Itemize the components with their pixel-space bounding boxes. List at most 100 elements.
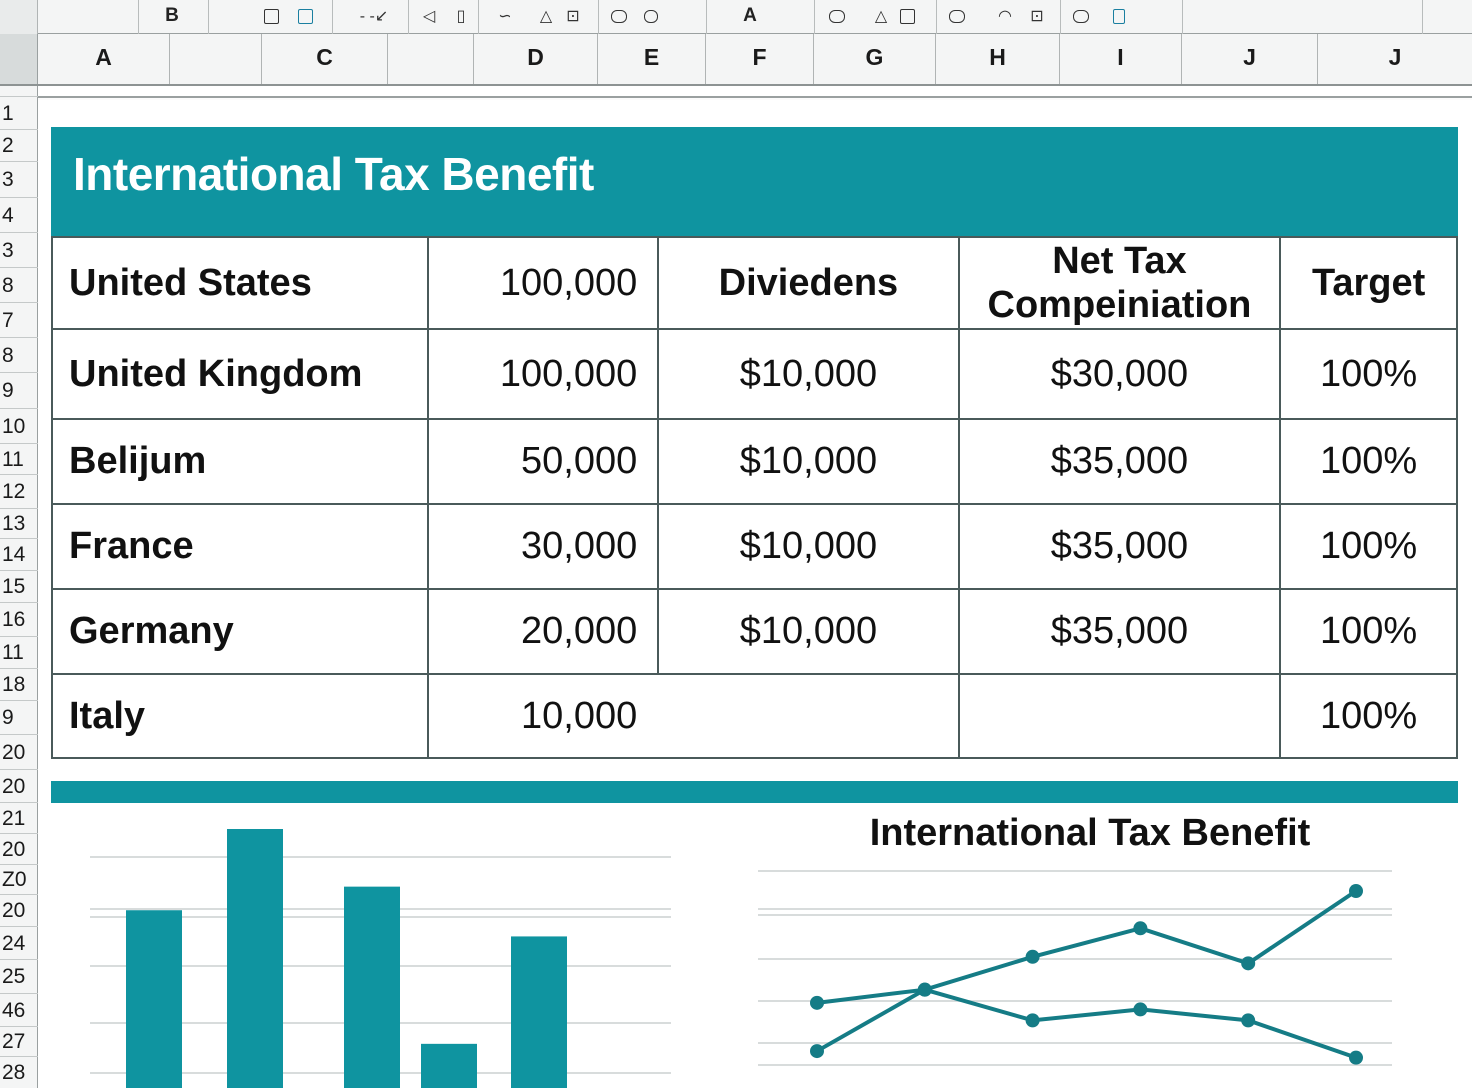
- cell-net-tax[interactable]: $35,000: [957, 503, 1282, 590]
- section-divider-band: [51, 781, 1458, 803]
- cell-value[interactable]: 30,000: [426, 503, 660, 590]
- back-shape-icon[interactable]: ◁: [418, 6, 440, 28]
- column-header-blank[interactable]: [388, 34, 474, 84]
- cell-target[interactable]: 100%: [1279, 503, 1458, 590]
- row-header[interactable]: 15: [0, 570, 38, 602]
- toolbar-separator: [208, 0, 209, 34]
- chip-icon[interactable]: [946, 6, 968, 28]
- cell-country[interactable]: Italy: [51, 673, 429, 759]
- cell-country[interactable]: United Kingdom: [51, 328, 429, 420]
- header-target[interactable]: Target: [1279, 236, 1458, 330]
- book-icon[interactable]: ⊡: [1026, 6, 1048, 28]
- row-header[interactable]: 14: [0, 538, 38, 570]
- row-header[interactable]: 7: [0, 302, 38, 337]
- row-header[interactable]: 28: [0, 1056, 38, 1088]
- cell-country[interactable]: France: [51, 503, 429, 590]
- column-header-d[interactable]: D: [474, 34, 598, 84]
- cell-target[interactable]: 100%: [1279, 328, 1458, 420]
- column-header-c[interactable]: C: [262, 34, 388, 84]
- square-icon[interactable]: [896, 6, 918, 28]
- row-header[interactable]: 46: [0, 993, 38, 1026]
- cell-dividends[interactable]: $10,000: [657, 503, 960, 590]
- cell-net-tax[interactable]: $35,000: [957, 418, 1282, 505]
- half-circle-icon[interactable]: ◠: [994, 6, 1016, 28]
- row-header[interactable]: 20: [0, 769, 38, 802]
- column-header-i[interactable]: I: [1060, 34, 1182, 84]
- row-header[interactable]: 16: [0, 602, 38, 636]
- cell-value[interactable]: 100,000: [426, 236, 660, 330]
- row-header[interactable]: 24: [0, 926, 38, 959]
- row-header[interactable]: 20: [0, 894, 38, 926]
- column-header-j-2[interactable]: J: [1318, 34, 1472, 84]
- row-header[interactable]: Z0: [0, 864, 38, 894]
- cell-net-tax[interactable]: [957, 673, 1282, 759]
- cell-dividends[interactable]: [657, 673, 960, 759]
- cell-dividends[interactable]: $10,000: [657, 418, 960, 505]
- row-header[interactable]: 8: [0, 267, 38, 302]
- row-header[interactable]: 10: [0, 408, 38, 443]
- curve-icon[interactable]: ∽: [494, 6, 516, 28]
- cell-country[interactable]: Germany: [51, 588, 429, 675]
- cell-target[interactable]: 100%: [1279, 673, 1458, 759]
- sheet-title[interactable]: International Tax Benefit: [73, 147, 594, 201]
- square-icon[interactable]: [260, 6, 282, 28]
- doc-icon[interactable]: ▯: [450, 6, 472, 28]
- square-blue-icon[interactable]: [294, 6, 316, 28]
- row-header[interactable]: 20: [0, 734, 38, 769]
- phone-icon[interactable]: [1108, 6, 1130, 28]
- cell-value[interactable]: 50,000: [426, 418, 660, 505]
- row-header[interactable]: 1: [0, 96, 38, 129]
- cell-target[interactable]: 100%: [1279, 588, 1458, 675]
- book-icon[interactable]: ⊡: [562, 6, 584, 28]
- cell-value[interactable]: 100,000: [426, 328, 660, 420]
- row-header[interactable]: 20: [0, 833, 38, 864]
- header-dividends[interactable]: Diviedens: [657, 236, 960, 330]
- row-header[interactable]: 8: [0, 337, 38, 372]
- row-header[interactable]: 18: [0, 668, 38, 700]
- chip-icon[interactable]: [1070, 6, 1092, 28]
- cell-value[interactable]: 20,000: [426, 588, 660, 675]
- rounded-rect-icon[interactable]: [640, 6, 662, 28]
- column-header-j[interactable]: J: [1182, 34, 1318, 84]
- row-header[interactable]: 11: [0, 443, 38, 474]
- table-row: Germany 20,000 $10,000 $35,000 100%: [51, 588, 1458, 675]
- toolbar-letter-b[interactable]: B: [160, 5, 184, 27]
- row-header[interactable]: 3: [0, 232, 38, 267]
- cell-net-tax[interactable]: $35,000: [957, 588, 1282, 675]
- select-all-corner[interactable]: [0, 34, 38, 84]
- rounded-shape-icon[interactable]: [826, 6, 848, 28]
- header-net-tax[interactable]: Net Tax Compeiniation: [957, 236, 1282, 330]
- row-header[interactable]: 9: [0, 372, 38, 408]
- cell-net-tax[interactable]: $30,000: [957, 328, 1282, 420]
- row-header[interactable]: 27: [0, 1026, 38, 1056]
- column-header-g[interactable]: G: [814, 34, 936, 84]
- row-header[interactable]: 11: [0, 636, 38, 668]
- cell-country[interactable]: Belijum: [51, 418, 429, 505]
- chip-icon[interactable]: [608, 6, 630, 28]
- row-header[interactable]: 9: [0, 700, 38, 734]
- toolbar-letter-a[interactable]: A: [738, 5, 762, 27]
- column-header-a[interactable]: A: [38, 34, 170, 84]
- row-header[interactable]: 21: [0, 802, 38, 833]
- cell-country[interactable]: United States: [51, 236, 429, 330]
- column-header-h[interactable]: H: [936, 34, 1060, 84]
- line-chart[interactable]: International Tax Benefit: [738, 803, 1438, 1088]
- cell-dividends[interactable]: $10,000: [657, 588, 960, 675]
- dash-arrow-icon[interactable]: - -↙: [358, 6, 390, 28]
- cell-value[interactable]: 10,000: [426, 673, 660, 759]
- row-header[interactable]: 25: [0, 959, 38, 993]
- row-header[interactable]: 12: [0, 474, 38, 508]
- triangle-icon[interactable]: △: [535, 6, 557, 28]
- column-header-blank[interactable]: [170, 34, 262, 84]
- triangle-icon[interactable]: △: [870, 6, 892, 28]
- cell-target[interactable]: 100%: [1279, 418, 1458, 505]
- row-header[interactable]: 4: [0, 197, 38, 232]
- row-header[interactable]: 13: [0, 508, 38, 538]
- row-header[interactable]: 3: [0, 161, 38, 197]
- bar-chart[interactable]: [38, 803, 698, 1088]
- column-header-f[interactable]: F: [706, 34, 814, 84]
- cell-dividends[interactable]: $10,000: [657, 328, 960, 420]
- row-header[interactable]: 2: [0, 129, 38, 161]
- sheet-divider: [38, 96, 1472, 100]
- column-header-e[interactable]: E: [598, 34, 706, 84]
